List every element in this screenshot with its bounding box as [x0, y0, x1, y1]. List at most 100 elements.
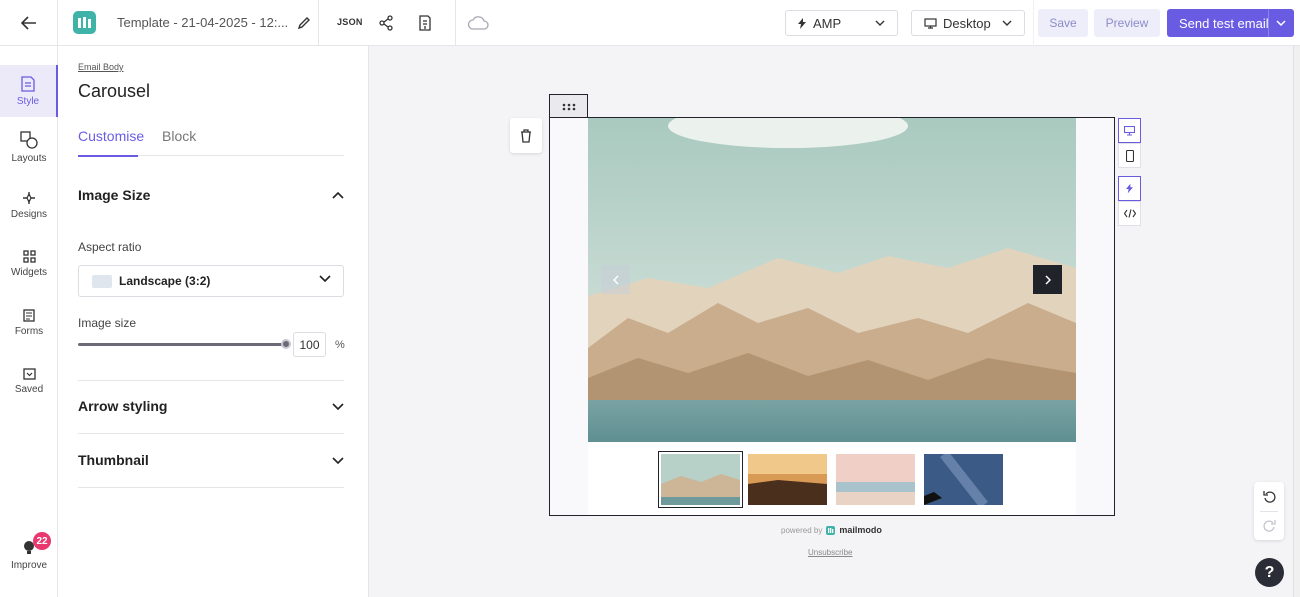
carousel-thumbnail-starry-sky[interactable]	[924, 454, 1003, 505]
tab-customise[interactable]: Customise	[78, 128, 144, 144]
rail-item-layouts[interactable]: Layouts	[0, 131, 58, 164]
rail-item-forms[interactable]: Forms	[0, 309, 58, 337]
rail-label-layouts: Layouts	[11, 153, 47, 164]
forms-icon	[23, 309, 35, 322]
chevron-down-icon[interactable]	[1276, 20, 1286, 26]
mobile-view-toggle[interactable]	[1118, 143, 1141, 168]
app-logo[interactable]	[73, 11, 96, 34]
carousel-next-button[interactable]	[1033, 265, 1062, 294]
export-button[interactable]	[415, 13, 435, 33]
page-title: Carousel	[78, 81, 151, 101]
carousel-prev-button[interactable]	[601, 265, 630, 294]
rail-label-saved: Saved	[14, 384, 44, 395]
send-test-email-button[interactable]: Send test email	[1167, 9, 1294, 37]
thumbnail-section-header[interactable]: Thumbnail	[78, 450, 344, 470]
image-size-unit: %	[335, 339, 345, 351]
share-icon	[379, 15, 393, 31]
history-controls	[1254, 482, 1284, 540]
settings-panel: Email Body Carousel Customise Block Imag…	[58, 46, 369, 597]
rail-label-forms: Forms	[14, 326, 44, 337]
chevron-down-icon	[1002, 20, 1012, 26]
redo-icon[interactable]	[1263, 519, 1276, 532]
cloud-sync-status	[467, 13, 489, 33]
image-size-section-header[interactable]: Image Size	[78, 185, 344, 205]
chevron-down-icon	[332, 402, 344, 410]
designs-icon	[23, 192, 35, 204]
logo-icon	[78, 17, 91, 28]
json-button[interactable]: JSON	[337, 17, 363, 27]
powered-by-footer: powered by mailmodo	[781, 525, 882, 535]
carousel-image[interactable]	[588, 118, 1076, 442]
send-test-email-label: Send test email	[1179, 15, 1269, 31]
drag-handle-icon	[562, 103, 575, 110]
html-view-toggle[interactable]	[1118, 201, 1141, 226]
rail-item-saved[interactable]: Saved	[0, 368, 58, 395]
aspect-ratio-swatch	[92, 274, 112, 288]
amp-view-toggle[interactable]	[1118, 176, 1141, 201]
lightning-icon	[798, 17, 806, 29]
device-select[interactable]: Desktop	[911, 10, 1025, 36]
brand-name: mailmodo	[839, 525, 882, 535]
image-size-slider-handle[interactable]	[281, 339, 291, 349]
desktop-view-toggle[interactable]	[1118, 118, 1141, 143]
widgets-icon	[22, 250, 36, 263]
question-mark-icon: ?	[1264, 563, 1275, 581]
rail-item-designs[interactable]: Designs	[0, 191, 58, 220]
left-rail: Style Layouts Designs Widgets Forms Save…	[0, 46, 58, 597]
style-icon	[21, 75, 35, 92]
help-button[interactable]: ?	[1255, 558, 1284, 587]
rail-label-widgets: Widgets	[10, 267, 48, 278]
rename-button[interactable]	[294, 13, 314, 33]
aspect-ratio-dropdown[interactable]: Landscape (3:2)	[78, 265, 344, 297]
carousel-thumbnail-lake-mountains[interactable]	[658, 451, 743, 508]
image-size-slider-track[interactable]	[78, 343, 286, 346]
rail-label-style: Style	[16, 95, 40, 107]
image-size-input[interactable]: 100	[293, 332, 326, 357]
amp-select[interactable]: AMP	[785, 10, 898, 36]
image-size-label: Image size	[78, 316, 137, 330]
tab-block[interactable]: Block	[162, 128, 196, 144]
mailmodo-logo-icon	[826, 525, 836, 535]
lightning-icon	[1126, 183, 1133, 194]
powered-by-text: powered by	[781, 525, 823, 535]
rail-item-widgets[interactable]: Widgets	[0, 250, 58, 278]
share-button[interactable]	[376, 13, 396, 33]
arrow-left-icon	[20, 16, 36, 30]
rail-item-style[interactable]: Style	[0, 65, 58, 117]
desktop-icon	[924, 17, 937, 29]
save-button[interactable]: Save	[1038, 9, 1088, 37]
carousel-thumbnail-sunset-field[interactable]	[748, 454, 827, 505]
thumbnail-section-title: Thumbnail	[78, 452, 149, 468]
block-drag-handle[interactable]	[549, 94, 588, 118]
canvas-scrollbar[interactable]	[1293, 46, 1300, 597]
breadcrumb[interactable]: Email Body	[78, 62, 124, 72]
improve-count-badge: 22	[33, 532, 51, 550]
chevron-down-icon	[332, 456, 344, 464]
pencil-icon	[297, 17, 310, 30]
active-tab-underline	[78, 155, 138, 157]
back-button[interactable]	[0, 0, 58, 46]
desktop-icon	[1124, 125, 1135, 136]
divider	[78, 433, 344, 434]
chevron-down-icon	[319, 275, 331, 282]
rail-label-improve: Improve	[10, 560, 48, 571]
divider	[78, 487, 344, 488]
arrow-styling-section-header[interactable]: Arrow styling	[78, 396, 344, 416]
preview-button[interactable]: Preview	[1094, 9, 1160, 37]
arrow-styling-section-title: Arrow styling	[78, 398, 168, 414]
layouts-icon	[20, 131, 38, 149]
amp-select-value: AMP	[813, 15, 842, 31]
unsubscribe-link[interactable]: Unsubscribe	[808, 548, 852, 557]
delete-block-button[interactable]	[510, 118, 542, 153]
chevron-left-icon	[612, 274, 619, 285]
image-size-section-title: Image Size	[78, 187, 151, 203]
undo-icon[interactable]	[1263, 490, 1276, 503]
template-name[interactable]: Template - 21-04-2025 - 12:...	[117, 15, 288, 30]
chevron-down-icon	[875, 20, 885, 26]
carousel-thumbnail-pink-beach[interactable]	[836, 454, 915, 505]
chevron-right-icon	[1044, 274, 1051, 285]
top-bar: Template - 21-04-2025 - 12:... JSON AMP …	[0, 0, 1300, 46]
lake-mountains-image	[588, 118, 1076, 442]
saved-icon	[22, 368, 36, 380]
mobile-icon	[1125, 149, 1134, 162]
